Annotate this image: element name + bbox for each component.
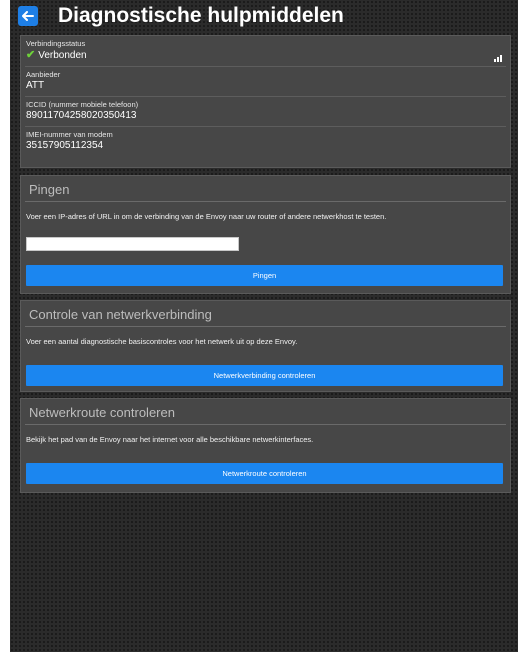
check-network-button[interactable]: Netwerkverbinding controleren [26,365,503,386]
ping-button[interactable]: Pingen [26,265,503,286]
status-value-row: ✔ Verbonden [26,49,505,62]
network-check-description: Voer een aantal diagnostische basiscontr… [26,337,298,346]
imei-value: 35157905112354 [26,140,104,151]
check-route-button[interactable]: Netwerkroute controleren [26,463,503,484]
provider-value: ATT [26,80,45,91]
title-bar: Diagnostische hulpmiddelen [10,0,518,36]
iccid-label: ICCID (nummer mobiele telefoon) [26,100,139,109]
ping-panel: Pingen Voer een IP-adres of URL in om de… [20,175,511,294]
info-row-status: Verbindingsstatus ✔ Verbonden [25,36,506,67]
checkmark-icon: ✔ [26,49,36,61]
info-row-imei: IMEI-nummer van modem 35157905112354 [25,127,506,156]
status-label: Verbindingsstatus [26,39,86,48]
route-check-description: Bekijk het pad van de Envoy naar het int… [26,435,314,444]
imei-label: IMEI-nummer van modem [26,130,113,139]
route-check-panel: Netwerkroute controleren Bekijk het pad … [20,398,511,493]
network-check-panel: Controle van netwerkverbinding Voer een … [20,300,511,392]
ping-description: Voer een IP-adres of URL in om de verbin… [26,212,387,221]
page-title: Diagnostische hulpmiddelen [58,4,344,27]
ping-title: Pingen [25,176,506,202]
back-button[interactable] [18,6,38,26]
provider-label: Aanbieder [26,70,61,79]
network-check-title: Controle van netwerkverbinding [25,301,506,327]
iccid-value: 89011704258020350413 [26,110,137,121]
app-screen: Diagnostische hulpmiddelen Verbindingsst… [10,0,518,652]
back-arrow-icon [22,11,34,21]
status-value: Verbonden [38,50,87,61]
signal-strength-icon [494,54,504,62]
ping-host-input[interactable] [26,237,239,251]
route-check-title: Netwerkroute controleren [25,399,506,425]
connection-info-panel: Verbindingsstatus ✔ Verbonden Aanbieder A… [20,35,511,168]
info-row-iccid: ICCID (nummer mobiele telefoon) 89011704… [25,97,506,127]
info-row-provider: Aanbieder ATT [25,67,506,97]
